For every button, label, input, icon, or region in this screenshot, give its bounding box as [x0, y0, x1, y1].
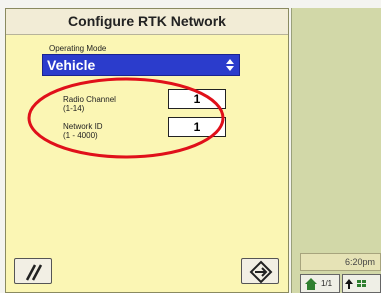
clock-display: 6:20pm [300, 253, 381, 271]
right-side-panel [291, 8, 381, 293]
page-indicator: 1/1 [321, 279, 333, 288]
operating-mode-label: Operating Mode [49, 44, 107, 53]
layout-button[interactable] [342, 274, 381, 293]
operating-mode-value: Vehicle [47, 57, 96, 73]
enter-button[interactable] [241, 258, 279, 284]
home-icon [305, 278, 317, 290]
cancel-slash-icon [25, 264, 43, 281]
highlight-ellipse [27, 77, 225, 159]
up-arrow-grid-icon [345, 279, 366, 289]
enter-arrow-icon [249, 260, 273, 284]
cancel-button[interactable] [14, 258, 52, 284]
dialog-title: Configure RTK Network [6, 9, 288, 35]
operating-mode-select[interactable]: Vehicle [42, 54, 240, 76]
home-page-button[interactable]: 1/1 [300, 274, 340, 293]
updown-arrows-icon [226, 59, 234, 71]
